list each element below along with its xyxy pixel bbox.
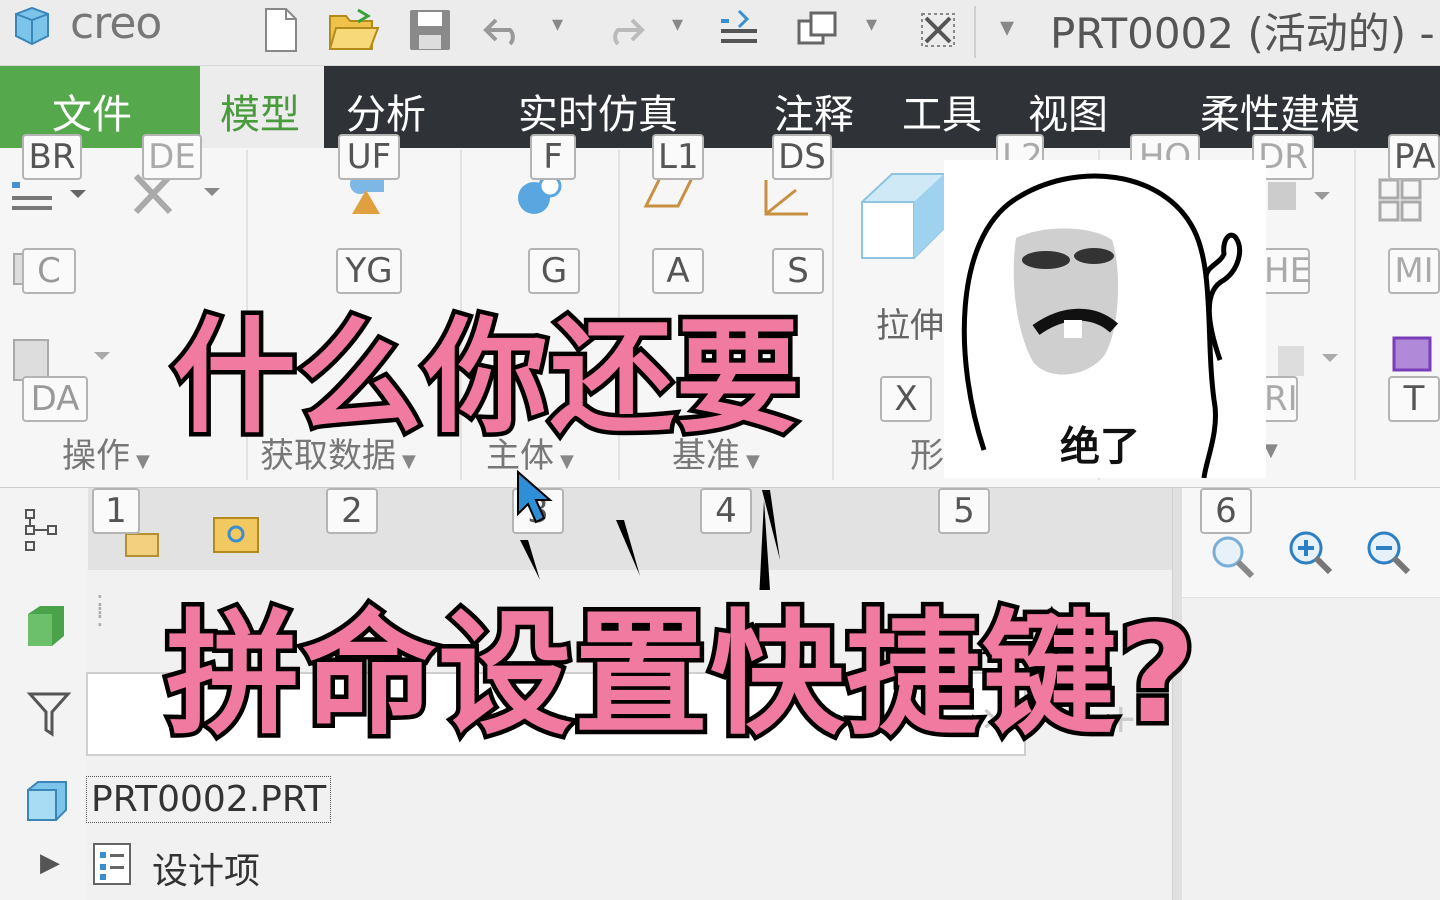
keytip: X <box>880 376 932 422</box>
redo-dropdown-icon[interactable]: ▾ <box>672 12 683 37</box>
settings-folder-icon[interactable] <box>212 510 262 556</box>
group-operations[interactable]: 操作 ▼ <box>62 428 150 477</box>
datum-axis-icon[interactable] <box>756 176 816 220</box>
chevron-down-icon: ▼ <box>136 451 150 472</box>
mouse-cursor-icon <box>517 470 553 524</box>
windows-icon <box>797 11 837 45</box>
keytip: 1 <box>92 488 140 534</box>
group-shapes[interactable]: 形 <box>910 428 944 477</box>
meme-sticker: 绝了 <box>944 160 1266 479</box>
regenerate-button[interactable] <box>712 2 768 58</box>
group-operations-label: 操作 <box>62 436 130 476</box>
keytip: T <box>1388 376 1440 422</box>
close-window-button[interactable] <box>910 2 966 58</box>
splitter-dots: ⋮ ⋮ <box>88 590 112 630</box>
windows-dropdown-icon[interactable]: ▾ <box>866 12 877 37</box>
keytip: L1 <box>652 134 704 180</box>
tab-file-label: 文件 <box>52 92 132 138</box>
group-separator <box>832 150 834 480</box>
meme-caption: 绝了 <box>1060 424 1140 470</box>
tab-flexible-modeling[interactable]: 柔性建模 <box>1200 82 1360 140</box>
new-file-icon <box>265 8 297 52</box>
keytip: 2 <box>326 488 378 534</box>
window-title: PRT0002 (活动的) - C <box>1050 9 1440 58</box>
tab-tools[interactable]: 工具 <box>902 82 982 140</box>
tree-item-part[interactable]: PRT0002.PRT <box>86 776 332 823</box>
filter-icon[interactable] <box>26 690 72 740</box>
tab-analysis[interactable]: 分析 <box>346 82 426 140</box>
tab-live-simulation[interactable]: 实时仿真 <box>518 82 678 140</box>
draft-icon[interactable] <box>1266 176 1346 216</box>
extrude-icon[interactable] <box>858 168 948 268</box>
chevron-down-icon[interactable]: ▼ <box>1264 440 1278 461</box>
layers-cube-icon[interactable] <box>24 602 70 652</box>
zoom-in-icon[interactable] <box>1282 526 1338 582</box>
extrude-label: 拉伸 <box>876 306 944 346</box>
regenerate-icon <box>721 9 757 43</box>
tab-annotate[interactable]: 注释 <box>774 82 854 140</box>
keytip: UF <box>338 134 400 180</box>
keytip: DE <box>142 134 202 180</box>
model-tree-icon[interactable] <box>22 506 66 556</box>
keytip: DS <box>772 134 832 180</box>
keytip: MI <box>1388 248 1440 294</box>
keytip: DA <box>22 376 88 422</box>
close-icon <box>921 13 955 47</box>
creo-logo-icon <box>15 6 49 46</box>
undo-icon <box>483 18 515 46</box>
tab-model-label: 模型 <box>220 92 300 138</box>
toolbar-separator <box>974 6 976 58</box>
undo-button[interactable] <box>476 2 532 58</box>
part-icon <box>27 781 67 821</box>
group-shapes-label: 形 <box>910 436 944 476</box>
keytip: F <box>530 134 576 180</box>
tab-view[interactable]: 视图 <box>1028 82 1108 140</box>
tree-item-design-items[interactable]: 设计项 <box>152 842 260 894</box>
thicken-icon[interactable] <box>1384 330 1440 380</box>
folder-open-icon <box>328 8 380 50</box>
redo-icon <box>613 18 645 46</box>
keytip: BR <box>22 134 82 180</box>
save-button[interactable] <box>402 2 458 58</box>
undo-dropdown-icon[interactable]: ▾ <box>552 12 563 37</box>
zoom-out-icon[interactable] <box>1360 526 1416 582</box>
redo-button[interactable] <box>596 2 652 58</box>
keytip: 6 <box>1200 488 1252 534</box>
overlay-caption-line-2: 拼命设置快捷键? <box>162 593 1201 758</box>
new-file-button[interactable] <box>252 2 308 58</box>
design-items-icon <box>93 843 131 885</box>
save-icon <box>410 10 450 50</box>
refit-zoom-icon[interactable] <box>1204 530 1260 584</box>
qa-customize-dropdown-icon[interactable]: ▾ <box>1000 10 1014 43</box>
keytip: 5 <box>938 488 990 534</box>
pattern-icon[interactable] <box>1376 176 1426 226</box>
keytip: PA <box>1388 134 1440 180</box>
windows-button[interactable] <box>790 2 846 58</box>
group-separator <box>1354 150 1356 480</box>
app-logo-text: creo <box>70 0 162 49</box>
expand-arrow-icon[interactable]: ▶ <box>40 848 60 878</box>
overlay-caption-line-1: 什么你还要 <box>167 302 804 455</box>
keytip: C <box>22 248 76 294</box>
open-button[interactable] <box>326 2 382 58</box>
